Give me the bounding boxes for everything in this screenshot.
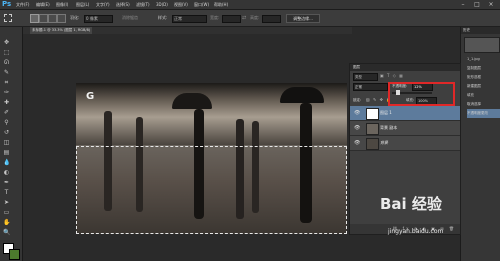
- width-label: 宽度:: [210, 15, 220, 20]
- history-item[interactable]: 矩形选框: [467, 73, 500, 82]
- type-tool-icon[interactable]: T: [3, 189, 10, 196]
- layer-row[interactable]: 👁 背景 副本: [350, 121, 460, 136]
- selection-marquee: [76, 146, 347, 234]
- layer-thumbnail: [366, 123, 379, 135]
- height-input[interactable]: [262, 15, 281, 23]
- pen-tool-icon[interactable]: ✒: [3, 179, 10, 186]
- intersect-selection-icon[interactable]: [57, 14, 66, 23]
- baidu-jingyan-watermark: Bai 经验: [380, 195, 442, 213]
- menu-select[interactable]: 选择(S): [116, 0, 130, 9]
- antialias-checkbox[interactable]: 消除锯齿: [122, 10, 138, 26]
- history-item[interactable]: 复制图层: [467, 64, 500, 73]
- marquee-tool-preset-icon[interactable]: [4, 14, 12, 22]
- move-tool-icon[interactable]: ✥: [3, 39, 10, 46]
- layer-kind-filter[interactable]: 类型: [353, 73, 378, 81]
- layers-tab[interactable]: 图层: [350, 65, 360, 69]
- photoshop-logo: Ps: [2, 0, 12, 8]
- menu-help[interactable]: 帮助(H): [214, 0, 228, 9]
- layer-thumbnail: [366, 108, 379, 120]
- refine-edge-button[interactable]: 调整边缘...: [286, 14, 320, 23]
- visibility-eye-icon[interactable]: 👁: [354, 140, 360, 146]
- brush-tool-icon[interactable]: ✐: [3, 109, 10, 116]
- visibility-eye-icon[interactable]: 👁: [354, 125, 360, 131]
- swap-icon[interactable]: ⇄: [242, 15, 246, 21]
- menu-type[interactable]: 文字(Y): [96, 0, 110, 9]
- dodge-tool-icon[interactable]: ◐: [3, 169, 10, 176]
- history-item[interactable]: 取消选择: [467, 100, 500, 109]
- history-brush-tool-icon[interactable]: ↺: [3, 129, 10, 136]
- history-item-active[interactable]: 不透明度更改: [467, 109, 500, 118]
- history-item[interactable]: 新建图层: [467, 82, 500, 91]
- subtract-selection-icon[interactable]: [48, 14, 57, 23]
- opacity-highlight-box: [388, 82, 455, 106]
- eyedropper-tool-icon[interactable]: ✑: [3, 89, 10, 96]
- history-item[interactable]: 填充: [467, 91, 500, 100]
- lasso-tool-icon[interactable]: ᘏ: [3, 59, 10, 66]
- minimize-icon[interactable]: –: [456, 0, 470, 9]
- quick-select-tool-icon[interactable]: ✎: [3, 69, 10, 76]
- close-icon[interactable]: ×: [484, 0, 498, 9]
- marquee-tool-icon[interactable]: ⬚: [3, 49, 10, 56]
- lock-label: 锁定:: [353, 98, 362, 102]
- options-bar: 羽化: 0 像素 消除锯齿 样式: 正常 宽度: ⇄ 高度: 调整边缘...: [0, 10, 500, 27]
- feather-input[interactable]: 0 像素: [84, 15, 113, 23]
- menu-3d[interactable]: 3D(D): [156, 0, 168, 9]
- store-sign-g: G: [86, 91, 95, 102]
- document-tab[interactable]: 未标题-1 @ 33.3% (图层 1, RGB/8): [30, 27, 92, 34]
- watermark-url: jingyan.baidu.com: [388, 228, 444, 235]
- tools-panel: ✥ ⬚ ᘏ ✎ ⌗ ✑ ✚ ✐ ⚲ ↺ ◫ ▤ 💧 ◐ ✒ T ➤ ▭ ✋ 🔍: [0, 27, 23, 261]
- history-item[interactable]: 1_1.jpg: [467, 55, 500, 64]
- history-snapshot-thumb[interactable]: [464, 37, 500, 53]
- zoom-tool-icon[interactable]: 🔍: [3, 229, 10, 236]
- history-panel-title[interactable]: 历史: [461, 27, 500, 34]
- gradient-tool-icon[interactable]: ▤: [3, 149, 10, 156]
- menu-window[interactable]: 窗口(W): [194, 0, 209, 9]
- eraser-tool-icon[interactable]: ◫: [3, 139, 10, 146]
- maximize-icon[interactable]: □: [470, 0, 484, 9]
- background-color-swatch[interactable]: [9, 249, 20, 260]
- menu-filter[interactable]: 滤镜(T): [136, 0, 150, 9]
- menu-edit[interactable]: 编辑(E): [36, 0, 50, 9]
- feather-label: 羽化:: [70, 15, 80, 20]
- menu-image[interactable]: 图像(I): [56, 0, 68, 9]
- layer-name[interactable]: 背景: [380, 136, 388, 150]
- layer-filter-icons[interactable]: ▣ T ◇ ▦: [380, 73, 410, 79]
- shape-tool-icon[interactable]: ▭: [3, 209, 10, 216]
- width-input[interactable]: [222, 15, 241, 23]
- layer-name[interactable]: 图层 1: [380, 106, 392, 120]
- menu-view[interactable]: 视图(V): [174, 0, 188, 9]
- menu-layer[interactable]: 图层(L): [76, 0, 89, 9]
- layer-thumbnail: [366, 138, 379, 150]
- right-dock: 历史 1_1.jpg 复制图层 矩形选框 新建图层 填充 取消选择 不透明度更改: [460, 27, 500, 261]
- layer-row[interactable]: 👁 图层 1: [350, 106, 460, 121]
- height-label: 高度:: [250, 15, 260, 20]
- blur-tool-icon[interactable]: 💧: [3, 159, 10, 166]
- menu-bar: Ps 文件(F) 编辑(E) 图像(I) 图层(L) 文字(Y) 选择(S) 滤…: [0, 0, 500, 10]
- layers-panel-title: 图层: [350, 64, 460, 71]
- layer-name[interactable]: 背景 副本: [380, 121, 397, 135]
- menu-file[interactable]: 文件(F): [16, 0, 29, 9]
- style-select[interactable]: 正常: [172, 15, 207, 23]
- umbrella-shape: [172, 93, 212, 109]
- new-selection-icon[interactable]: [30, 14, 39, 23]
- healing-brush-tool-icon[interactable]: ✚: [3, 99, 10, 106]
- blend-mode-select[interactable]: 正常: [353, 83, 388, 91]
- hand-tool-icon[interactable]: ✋: [3, 219, 10, 226]
- style-label: 样式:: [158, 15, 168, 20]
- clone-stamp-tool-icon[interactable]: ⚲: [3, 119, 10, 126]
- path-select-tool-icon[interactable]: ➤: [3, 199, 10, 206]
- crop-tool-icon[interactable]: ⌗: [3, 79, 10, 86]
- umbrella-shape: [280, 87, 324, 103]
- visibility-eye-icon[interactable]: 👁: [354, 110, 360, 116]
- add-selection-icon[interactable]: [39, 14, 48, 23]
- layer-row[interactable]: 👁 背景: [350, 136, 460, 151]
